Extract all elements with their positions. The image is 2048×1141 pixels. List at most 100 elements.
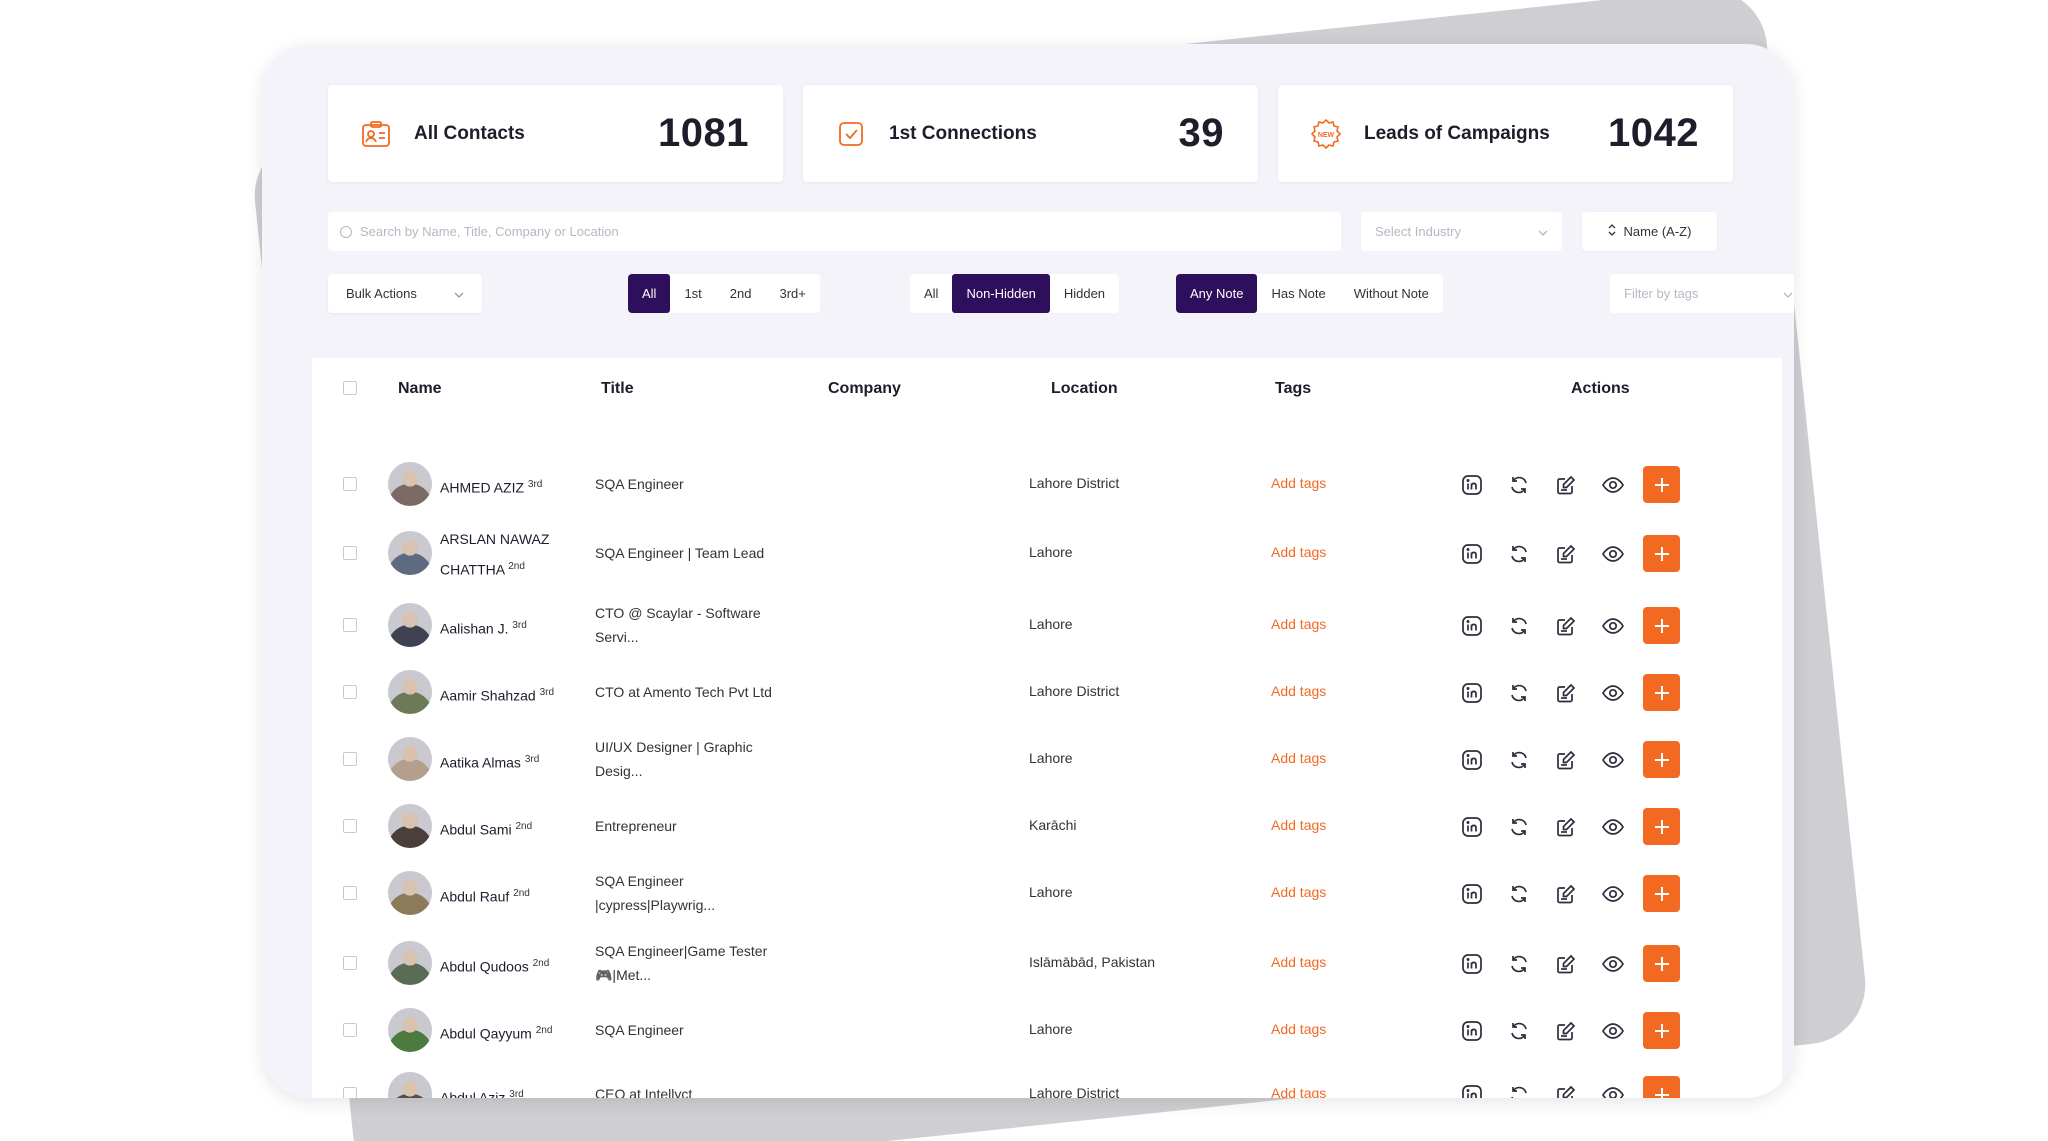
add-tags-link[interactable]: Add tags — [1271, 750, 1326, 766]
header-location[interactable]: Location — [1051, 380, 1118, 398]
edit-note-icon[interactable] — [1549, 1078, 1583, 1098]
contact-name[interactable]: Aalishan J. 3rd — [440, 612, 565, 643]
bulk-actions-dropdown[interactable]: Bulk Actions — [328, 274, 482, 313]
degree-option-3rd-plus[interactable]: 3rd+ — [766, 274, 820, 313]
eye-icon[interactable] — [1596, 877, 1630, 911]
contact-name[interactable]: Abdul Sami 2nd — [440, 813, 565, 844]
row-checkbox[interactable] — [343, 477, 357, 491]
edit-note-icon[interactable] — [1549, 609, 1583, 643]
contact-name[interactable]: Aamir Shahzad 3rd — [440, 679, 565, 710]
eye-icon[interactable] — [1596, 468, 1630, 502]
edit-note-icon[interactable] — [1549, 743, 1583, 777]
row-checkbox[interactable] — [343, 1087, 357, 1098]
edit-note-icon[interactable] — [1549, 947, 1583, 981]
linkedin-icon[interactable] — [1455, 676, 1489, 710]
refresh-icon[interactable] — [1502, 1014, 1536, 1048]
contact-name[interactable]: Aatika Almas 3rd — [440, 746, 565, 777]
linkedin-icon[interactable] — [1455, 468, 1489, 502]
avatar[interactable] — [388, 804, 432, 848]
add-tags-link[interactable]: Add tags — [1271, 616, 1326, 632]
contact-name[interactable]: AHMED AZIZ 3rd — [440, 471, 565, 502]
add-tags-link[interactable]: Add tags — [1271, 544, 1326, 560]
refresh-icon[interactable] — [1502, 468, 1536, 502]
edit-note-icon[interactable] — [1549, 810, 1583, 844]
eye-icon[interactable] — [1596, 947, 1630, 981]
sort-button[interactable]: Name (A-Z) — [1582, 212, 1717, 251]
eye-icon[interactable] — [1596, 537, 1630, 571]
eye-icon[interactable] — [1596, 1078, 1630, 1098]
eye-icon[interactable] — [1596, 609, 1630, 643]
eye-icon[interactable] — [1596, 1014, 1630, 1048]
avatar[interactable] — [388, 871, 432, 915]
row-checkbox[interactable] — [343, 819, 357, 833]
search-input[interactable]: Search by Name, Title, Company or Locati… — [328, 212, 1341, 251]
contact-name[interactable]: ARSLAN NAWAZ CHATTHA 2nd — [440, 526, 565, 584]
avatar[interactable] — [388, 737, 432, 781]
add-tags-link[interactable]: Add tags — [1271, 1021, 1326, 1037]
avatar[interactable] — [388, 603, 432, 647]
stat-all-contacts[interactable]: All Contacts 1081 — [328, 85, 783, 182]
degree-option-2nd[interactable]: 2nd — [716, 274, 766, 313]
avatar[interactable] — [388, 531, 432, 575]
note-option-any[interactable]: Any Note — [1176, 274, 1258, 313]
contact-name[interactable]: Abdul Aziz 3rd — [440, 1081, 565, 1098]
degree-option-all[interactable]: All — [628, 274, 671, 313]
edit-note-icon[interactable] — [1549, 1014, 1583, 1048]
add-tags-link[interactable]: Add tags — [1271, 954, 1326, 970]
eye-icon[interactable] — [1596, 810, 1630, 844]
refresh-icon[interactable] — [1502, 810, 1536, 844]
header-title[interactable]: Title — [601, 380, 634, 398]
row-checkbox[interactable] — [343, 1023, 357, 1037]
refresh-icon[interactable] — [1502, 877, 1536, 911]
add-tags-link[interactable]: Add tags — [1271, 1085, 1326, 1098]
add-button[interactable] — [1643, 1076, 1680, 1098]
add-button[interactable] — [1643, 674, 1680, 711]
note-option-without-note[interactable]: Without Note — [1340, 274, 1443, 313]
linkedin-icon[interactable] — [1455, 609, 1489, 643]
add-button[interactable] — [1643, 875, 1680, 912]
linkedin-icon[interactable] — [1455, 947, 1489, 981]
add-button[interactable] — [1643, 808, 1680, 845]
degree-option-1st[interactable]: 1st — [670, 274, 715, 313]
header-name[interactable]: Name — [398, 380, 442, 398]
add-button[interactable] — [1643, 1012, 1680, 1049]
linkedin-icon[interactable] — [1455, 743, 1489, 777]
visibility-option-hidden[interactable]: Hidden — [1050, 274, 1119, 313]
industry-select[interactable]: Select Industry — [1361, 212, 1562, 251]
row-checkbox[interactable] — [343, 886, 357, 900]
edit-note-icon[interactable] — [1549, 537, 1583, 571]
header-company[interactable]: Company — [828, 380, 901, 398]
contact-name[interactable]: Abdul Rauf 2nd — [440, 880, 565, 911]
linkedin-icon[interactable] — [1455, 1078, 1489, 1098]
add-button[interactable] — [1643, 945, 1680, 982]
refresh-icon[interactable] — [1502, 743, 1536, 777]
refresh-icon[interactable] — [1502, 537, 1536, 571]
linkedin-icon[interactable] — [1455, 1014, 1489, 1048]
add-button[interactable] — [1643, 466, 1680, 503]
row-checkbox[interactable] — [343, 618, 357, 632]
contact-name[interactable]: Abdul Qudoos 2nd — [440, 950, 565, 981]
row-checkbox[interactable] — [343, 956, 357, 970]
note-option-has-note[interactable]: Has Note — [1257, 274, 1339, 313]
visibility-option-non-hidden[interactable]: Non-Hidden — [952, 274, 1050, 313]
refresh-icon[interactable] — [1502, 1078, 1536, 1098]
avatar[interactable] — [388, 670, 432, 714]
add-tags-link[interactable]: Add tags — [1271, 683, 1326, 699]
stat-leads-of-campaigns[interactable]: NEW Leads of Campaigns 1042 — [1278, 85, 1733, 182]
add-button[interactable] — [1643, 741, 1680, 778]
select-all-checkbox[interactable] — [343, 381, 357, 395]
avatar[interactable] — [388, 462, 432, 506]
avatar[interactable] — [388, 941, 432, 985]
add-button[interactable] — [1643, 535, 1680, 572]
add-tags-link[interactable]: Add tags — [1271, 884, 1326, 900]
edit-note-icon[interactable] — [1549, 877, 1583, 911]
refresh-icon[interactable] — [1502, 676, 1536, 710]
avatar[interactable] — [388, 1008, 432, 1052]
add-button[interactable] — [1643, 607, 1680, 644]
add-tags-link[interactable]: Add tags — [1271, 475, 1326, 491]
avatar[interactable] — [388, 1072, 432, 1098]
refresh-icon[interactable] — [1502, 947, 1536, 981]
edit-note-icon[interactable] — [1549, 676, 1583, 710]
linkedin-icon[interactable] — [1455, 537, 1489, 571]
row-checkbox[interactable] — [343, 752, 357, 766]
